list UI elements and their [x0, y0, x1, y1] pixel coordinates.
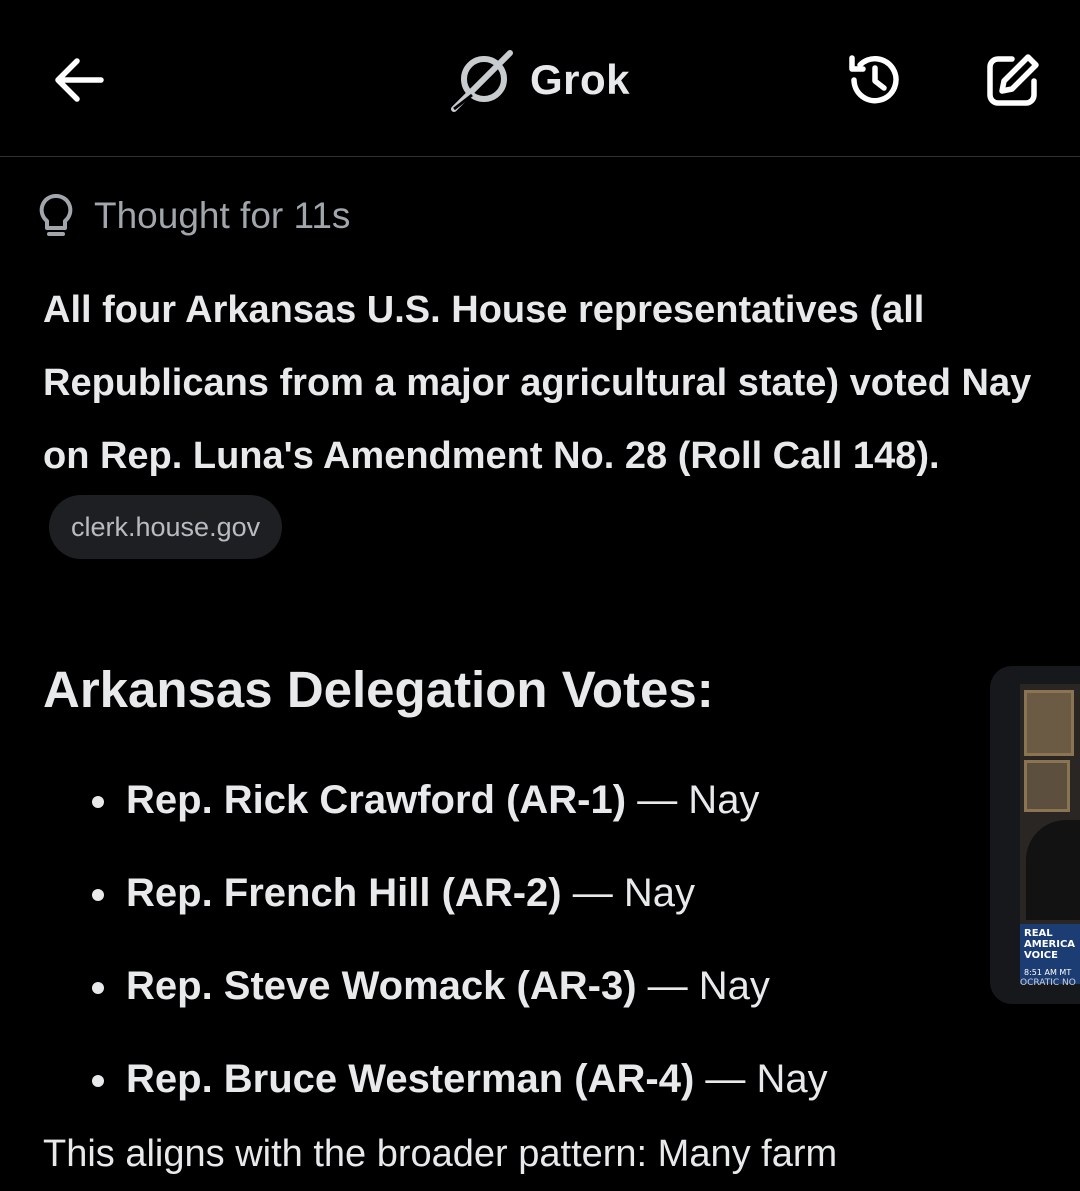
- history-icon: [849, 55, 899, 104]
- network-logo-text: REAL AMERICA VOICE: [1024, 928, 1076, 961]
- wall-picture: [1024, 760, 1070, 812]
- lightbulb-icon: [39, 193, 73, 236]
- vote-value: — Nay: [705, 1057, 828, 1101]
- vote-value: — Nay: [637, 778, 760, 822]
- broadcast-lower-third: REAL AMERICA VOICE 8:51 AM MT: [1020, 924, 1080, 984]
- list-item: Rep. French Hill (AR-2) — Nay: [0, 853, 980, 946]
- answer-paragraph: All four Arkansas U.S. House representat…: [43, 274, 1053, 566]
- list-item: Rep. Steve Womack (AR-3) — Nay: [0, 946, 980, 1039]
- votes-list: Rep. Rick Crawford (AR-1) — Nay Rep. Fre…: [0, 760, 980, 1132]
- video-frame: REAL AMERICA VOICE 8:51 AM MT: [1020, 684, 1080, 984]
- continuation-text: This aligns with the broader pattern: Ma…: [43, 1133, 838, 1175]
- back-button[interactable]: [50, 52, 108, 108]
- media-thumbnail[interactable]: REAL AMERICA VOICE 8:51 AM MT OCRATIC NO: [990, 666, 1080, 1004]
- speaker-silhouette: [1026, 820, 1080, 920]
- vote-value: — Nay: [647, 964, 770, 1008]
- broadcast-ticker: OCRATIC NO: [1020, 978, 1076, 988]
- thought-toggle[interactable]: Thought for 11s: [36, 190, 350, 242]
- bullet: [92, 889, 104, 901]
- rep-name: Rep. Rick Crawford (AR-1): [126, 778, 627, 822]
- bullet: [92, 982, 104, 994]
- wall-picture: [1024, 690, 1074, 756]
- thought-label: Thought for 11s: [94, 195, 351, 236]
- bullet: [92, 1075, 104, 1087]
- list-item: Rep. Rick Crawford (AR-1) — Nay: [0, 760, 980, 853]
- source-chip[interactable]: clerk.house.gov: [49, 494, 283, 559]
- bullet: [92, 796, 104, 808]
- app-title: Grok: [530, 56, 631, 103]
- new-chat-button[interactable]: [980, 48, 1046, 112]
- broadcast-time: 8:51 AM MT: [1024, 968, 1072, 977]
- history-button[interactable]: [842, 48, 908, 112]
- answer-text: All four Arkansas U.S. House representat…: [43, 289, 1032, 477]
- rep-name: Rep. Steve Womack (AR-3): [126, 964, 637, 1008]
- vote-value: — Nay: [572, 871, 695, 915]
- rep-name: Rep. Bruce Westerman (AR-4): [126, 1057, 695, 1101]
- new-chat-icon: [987, 54, 1039, 106]
- brand: Grok: [450, 46, 630, 114]
- back-arrow-icon: [55, 58, 104, 102]
- section-heading: Arkansas Delegation Votes:: [43, 661, 714, 718]
- rep-name: Rep. French Hill (AR-2): [126, 871, 562, 915]
- top-bar: Grok: [0, 0, 1080, 157]
- grok-logo-icon: [451, 50, 513, 112]
